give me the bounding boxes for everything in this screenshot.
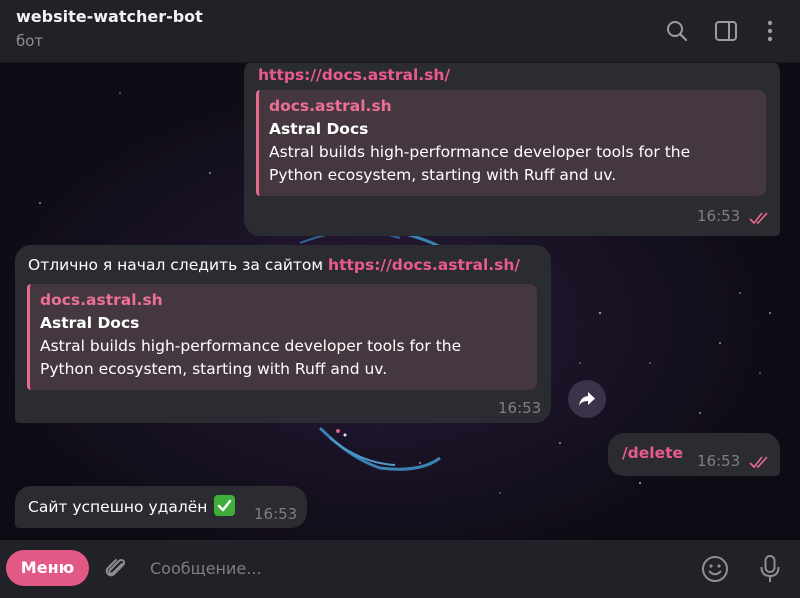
message-bubble-outgoing[interactable]: /delete 16:53 [608, 433, 780, 476]
message-time: 16:53 [498, 399, 542, 417]
check-mark-button-emoji-icon [214, 495, 236, 516]
link-preview[interactable]: docs.astral.sh Astral Docs Astral builds… [256, 90, 766, 196]
message-composer: Меню [0, 540, 800, 598]
message-text: Сайт успешно удалён [28, 498, 208, 516]
chat-header: website-watcher-bot бот [0, 0, 800, 63]
search-icon[interactable] [664, 18, 690, 44]
chat-subtitle: бот [16, 32, 44, 50]
message-link[interactable]: https://docs.astral.sh/ [328, 256, 520, 274]
link-preview-title: Astral Docs [40, 314, 140, 332]
message-input[interactable] [150, 552, 670, 584]
link-preview-description: Astral builds high-performance developer… [40, 337, 462, 355]
bot-command[interactable]: /delete [622, 442, 683, 465]
sidebar-panel-icon[interactable] [713, 18, 739, 44]
link-preview-site: docs.astral.sh [269, 97, 392, 115]
link-preview-description: Astral builds high-performance developer… [269, 143, 691, 161]
link-preview-description: Python ecosystem, starting with Ruff and… [269, 166, 617, 184]
link-preview-description: Python ecosystem, starting with Ruff and… [40, 360, 388, 378]
bot-menu-button[interactable]: Меню [6, 550, 89, 586]
chat-title[interactable]: website-watcher-bot [16, 7, 203, 26]
message-time: 16:53 [697, 207, 741, 225]
read-double-check-icon [749, 209, 771, 225]
read-double-check-icon [749, 453, 771, 469]
link-preview[interactable]: docs.astral.sh Astral Docs Astral builds… [27, 284, 537, 390]
forward-button[interactable] [568, 380, 606, 418]
paperclip-icon[interactable] [103, 555, 129, 583]
chat-area[interactable]: https://docs.astral.sh/ docs.astral.sh A… [0, 63, 800, 540]
forward-arrow-icon [579, 392, 595, 406]
more-vertical-icon[interactable] [757, 18, 783, 44]
smile-emoji-icon[interactable] [700, 554, 730, 584]
message-link[interactable]: https://docs.astral.sh/ [258, 66, 450, 84]
message-bubble-incoming[interactable]: Отлично я начал следить за сайтом https:… [15, 245, 551, 423]
message-bubble-outgoing[interactable]: https://docs.astral.sh/ docs.astral.sh A… [244, 63, 780, 236]
microphone-icon[interactable] [757, 553, 783, 585]
message-time: 16:53 [254, 505, 298, 523]
message-bubble-incoming[interactable]: Сайт успешно удалён 16:53 [15, 486, 307, 528]
link-preview-site: docs.astral.sh [40, 291, 163, 309]
link-preview-title: Astral Docs [269, 120, 369, 138]
message-time: 16:53 [697, 452, 741, 470]
message-text: Отлично я начал следить за сайтом [28, 256, 329, 274]
